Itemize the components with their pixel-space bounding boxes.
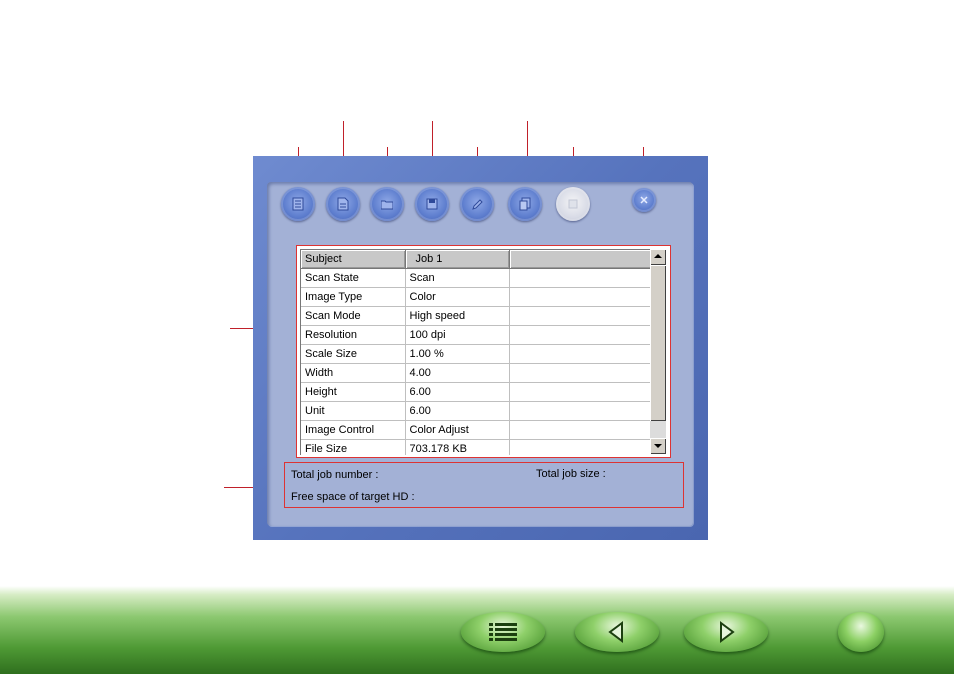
row-subject: Scan Mode [301, 306, 406, 326]
row-subject: Resolution [301, 325, 406, 345]
row-subject: Image Type [301, 287, 406, 307]
next-page-icon [720, 621, 735, 643]
row-value: Color Adjust [405, 420, 510, 440]
table-row[interactable]: Unit 6.00 [301, 401, 651, 421]
row-value: High speed [405, 306, 510, 326]
row-value: Color [405, 287, 510, 307]
row-value: 100 dpi [405, 325, 510, 345]
table-scrollbar[interactable] [650, 249, 666, 454]
arrow-down-icon [654, 444, 662, 448]
row-empty [509, 325, 651, 345]
next-page-button[interactable] [684, 612, 768, 652]
close-button[interactable] [632, 188, 656, 212]
table-row[interactable]: Image Control Color Adjust [301, 420, 651, 440]
open-button[interactable] [370, 187, 404, 221]
home-button[interactable] [838, 612, 884, 652]
job-page-button[interactable] [326, 187, 360, 221]
job-status-area: Total job number : Total job size : Free… [284, 462, 684, 508]
total-job-number-label: Total job number : [291, 469, 379, 481]
stop-icon [568, 199, 578, 209]
row-empty [509, 306, 651, 326]
row-empty [509, 420, 651, 440]
row-subject: Image Control [301, 420, 406, 440]
row-subject: Width [301, 363, 406, 383]
column-header-empty[interactable] [509, 250, 651, 269]
scroll-up-button[interactable] [650, 249, 666, 265]
row-empty [509, 439, 651, 455]
save-button[interactable] [415, 187, 449, 221]
row-value: 1.00 % [405, 344, 510, 364]
row-subject: Scan State [301, 268, 406, 288]
job-list-icon [292, 197, 304, 211]
job-page-icon [337, 197, 349, 211]
close-icon [640, 196, 648, 204]
free-space-label: Free space of target HD : [291, 491, 415, 503]
contents-button[interactable] [461, 612, 545, 652]
row-subject: Unit [301, 401, 406, 421]
row-empty [509, 287, 651, 307]
row-value: 6.00 [405, 401, 510, 421]
row-subject: Height [301, 382, 406, 402]
previous-page-icon [608, 621, 623, 643]
row-subject: Scale Size [301, 344, 406, 364]
job-list-button[interactable] [281, 187, 315, 221]
table-row[interactable]: Scan State Scan [301, 268, 651, 288]
job-details-table-frame: Subject Job 1 Scan State Scan Image Type C… [296, 245, 671, 458]
column-header-job[interactable]: Job 1 [405, 250, 510, 269]
previous-page-button[interactable] [575, 612, 659, 652]
contents-menu-icon [489, 623, 517, 641]
table-header-row: Subject Job 1 [301, 250, 651, 269]
table-row[interactable]: Resolution 100 dpi [301, 325, 651, 345]
row-empty [509, 344, 651, 364]
copy-icon [519, 197, 531, 211]
scroll-thumb[interactable] [650, 265, 666, 421]
row-empty [509, 363, 651, 383]
arrow-up-icon [654, 254, 662, 258]
table-row[interactable]: Height 6.00 [301, 382, 651, 402]
copy-button[interactable] [508, 187, 542, 221]
row-value: 703.178 KB [405, 439, 510, 455]
table-row[interactable]: Scan Mode High speed [301, 306, 651, 326]
stop-button[interactable] [556, 187, 590, 221]
row-empty [509, 268, 651, 288]
row-subject: File Size [301, 439, 406, 455]
row-value: Scan [405, 268, 510, 288]
table-row[interactable]: File Size 703.178 KB [301, 439, 651, 455]
row-value: 4.00 [405, 363, 510, 383]
row-empty [509, 401, 651, 421]
row-empty [509, 382, 651, 402]
row-value: 6.00 [405, 382, 510, 402]
total-job-size-label: Total job size : [536, 468, 606, 480]
job-details-table: Subject Job 1 Scan State Scan Image Type C… [300, 249, 651, 455]
save-icon [426, 198, 438, 210]
edit-pencil-icon [472, 199, 483, 210]
column-header-subject[interactable]: Subject [301, 250, 406, 269]
scroll-down-button[interactable] [650, 438, 666, 454]
table-row[interactable]: Scale Size 1.00 % [301, 344, 651, 364]
table-row[interactable]: Image Type Color [301, 287, 651, 307]
open-folder-icon [381, 200, 393, 210]
table-row[interactable]: Width 4.00 [301, 363, 651, 383]
edit-button[interactable] [460, 187, 494, 221]
